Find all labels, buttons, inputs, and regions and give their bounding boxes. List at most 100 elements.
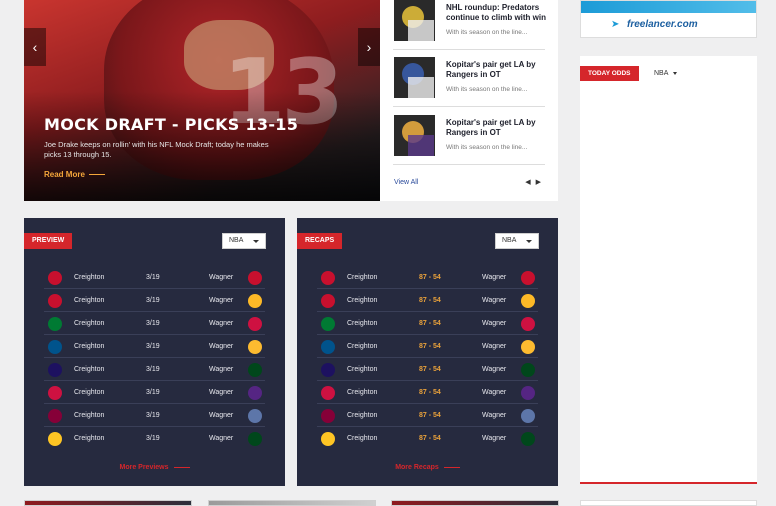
team-logo-icon (321, 317, 335, 331)
recaps-panel: RECAPS NBA Creighton 87 - 54 Wagner Creight… (297, 218, 558, 486)
home-team-name: Creighton (74, 297, 105, 304)
hero-subtitle: Joe Drake keeps on rollin' with his NFL … (44, 140, 269, 159)
home-team-name: Creighton (74, 274, 105, 281)
news-description: With its season on the line... (446, 144, 528, 151)
bottom-article-thumbnail[interactable] (208, 500, 376, 506)
home-team-name: Creighton (347, 366, 378, 373)
news-list: NHL roundup: Predators continue to climb… (380, 0, 558, 201)
pager-next-icon[interactable]: ▶ (536, 179, 541, 186)
odds-league-select[interactable]: NBA (654, 66, 678, 81)
more-recaps-label: More Recaps (395, 464, 439, 471)
home-team-name: Creighton (347, 389, 378, 396)
game-row[interactable]: Creighton 87 - 54 Wagner (317, 404, 538, 427)
team-logo-icon (321, 340, 335, 354)
team-logo-icon (48, 340, 62, 354)
today-odds-tag: TODAY ODDS (580, 66, 639, 81)
away-team-name: Wagner (482, 343, 507, 350)
game-row[interactable]: Creighton 3/19 Wagner (44, 404, 265, 427)
away-team-name: Wagner (482, 412, 507, 419)
home-team-name: Creighton (74, 412, 105, 419)
hero-read-more-link[interactable]: Read More (44, 170, 105, 179)
game-row[interactable]: Creighton 3/19 Wagner (44, 381, 265, 404)
home-team-name: Creighton (347, 343, 378, 350)
caret-down-icon (526, 240, 532, 243)
pager-prev-icon[interactable]: ◀ (525, 179, 530, 186)
more-recaps-link[interactable]: More Recaps (297, 464, 558, 471)
more-previews-link[interactable]: More Previews (24, 464, 285, 471)
news-item[interactable]: Kopitar's pair get LA by Rangers in OT W… (393, 115, 545, 165)
news-item[interactable]: Kopitar's pair get LA by Rangers in OT W… (393, 57, 545, 107)
hero-slider[interactable]: 13 ‹ › MOCK DRAFT - PICKS 13-15 Joe Drak… (24, 0, 380, 201)
team-logo-icon (48, 363, 62, 377)
game-row[interactable]: Creighton 87 - 54 Wagner (317, 427, 538, 450)
arrow-line-icon (173, 466, 190, 468)
news-title[interactable]: Kopitar's pair get LA by Rangers in OT (446, 60, 550, 80)
game-score: 87 - 54 (419, 274, 441, 281)
recaps-select-value: NBA (502, 237, 517, 244)
game-row[interactable]: Creighton 3/19 Wagner (44, 358, 265, 381)
team-logo-icon (521, 294, 535, 308)
news-title[interactable]: Kopitar's pair get LA by Rangers in OT (446, 118, 550, 138)
home-team-name: Creighton (74, 366, 105, 373)
team-logo-icon (521, 432, 535, 446)
hero-title[interactable]: MOCK DRAFT - PICKS 13-15 (44, 115, 298, 134)
preview-rows: Creighton 3/19 Wagner Creighton 3/19 Wagner Cr… (44, 266, 265, 450)
team-logo-icon (248, 340, 262, 354)
game-score: 87 - 54 (419, 389, 441, 396)
game-row[interactable]: Creighton 87 - 54 Wagner (317, 266, 538, 289)
game-date: 3/19 (146, 320, 160, 327)
news-title[interactable]: NHL roundup: Predators continue to climb… (446, 3, 550, 23)
game-score: 87 - 54 (419, 297, 441, 304)
team-logo-icon (321, 271, 335, 285)
team-logo-icon (521, 386, 535, 400)
game-row[interactable]: Creighton 87 - 54 Wagner (317, 358, 538, 381)
away-team-name: Wagner (209, 366, 234, 373)
team-logo-icon (321, 294, 335, 308)
game-row[interactable]: Creighton 87 - 54 Wagner (317, 312, 538, 335)
game-row[interactable]: Creighton 3/19 Wagner (44, 312, 265, 335)
game-row[interactable]: Creighton 3/19 Wagner (44, 335, 265, 358)
game-date: 3/19 (146, 343, 160, 350)
chevron-right-icon: › (366, 39, 372, 55)
arrow-line-icon (88, 174, 105, 176)
game-row[interactable]: Creighton 3/19 Wagner (44, 266, 265, 289)
away-team-name: Wagner (209, 297, 234, 304)
recaps-league-select[interactable]: NBA (495, 233, 539, 249)
home-team-name: Creighton (347, 297, 378, 304)
news-description: With its season on the line... (446, 29, 528, 36)
freelancer-ad-banner[interactable]: ➤ freelancer.com (580, 0, 757, 38)
game-row[interactable]: Creighton 3/19 Wagner (44, 289, 265, 312)
news-thumbnail[interactable] (394, 57, 435, 98)
preview-league-select[interactable]: NBA (222, 233, 266, 249)
team-logo-icon (248, 409, 262, 423)
game-row[interactable]: Creighton 87 - 54 Wagner (317, 289, 538, 312)
game-row[interactable]: Creighton 3/19 Wagner (44, 427, 265, 450)
bottom-article-thumbnail[interactable] (24, 500, 192, 506)
home-team-name: Creighton (347, 320, 378, 327)
team-logo-icon (48, 432, 62, 446)
home-team-name: Creighton (74, 343, 105, 350)
bottom-article-thumbnail[interactable] (391, 500, 559, 506)
ad-banner-stripe (581, 1, 756, 13)
news-item[interactable]: NHL roundup: Predators continue to climb… (393, 0, 546, 50)
news-thumbnail[interactable] (394, 0, 435, 41)
game-score: 87 - 54 (419, 366, 441, 373)
slider-next-button[interactable]: › (358, 28, 380, 66)
game-row[interactable]: Creighton 87 - 54 Wagner (317, 381, 538, 404)
away-team-name: Wagner (209, 389, 234, 396)
game-row[interactable]: Creighton 87 - 54 Wagner (317, 335, 538, 358)
team-logo-icon (48, 409, 62, 423)
game-score: 87 - 54 (419, 343, 441, 350)
slider-prev-button[interactable]: ‹ (24, 28, 46, 66)
team-logo-icon (248, 386, 262, 400)
team-logo-icon (521, 409, 535, 423)
away-team-name: Wagner (209, 412, 234, 419)
home-team-name: Creighton (74, 389, 105, 396)
odds-select-value: NBA (654, 70, 669, 77)
game-score: 87 - 54 (419, 320, 441, 327)
view-all-link[interactable]: View All (394, 179, 418, 186)
away-team-name: Wagner (482, 320, 507, 327)
team-logo-icon (48, 271, 62, 285)
news-thumbnail[interactable] (394, 115, 435, 156)
recaps-rows: Creighton 87 - 54 Wagner Creighton 87 - 54 Wa… (317, 266, 538, 450)
